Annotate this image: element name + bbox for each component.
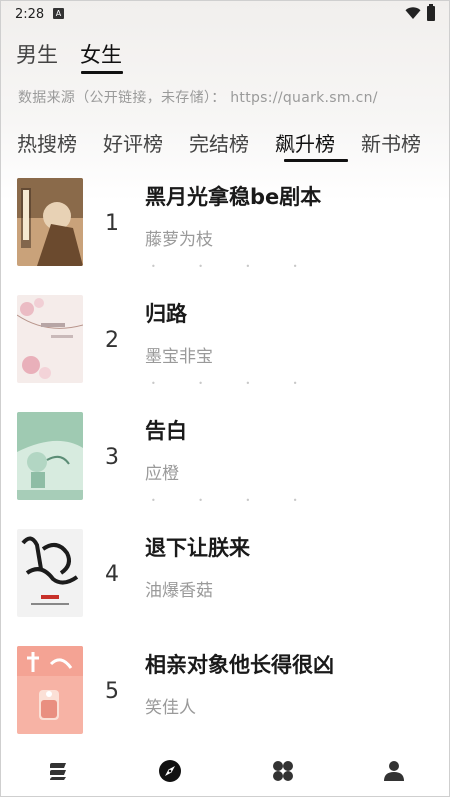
book-item[interactable]: 4 退下让朕来 油爆香菇 <box>1 526 449 643</box>
rank-number: 3 <box>105 445 119 470</box>
book-cover[interactable] <box>17 412 83 500</box>
gender-tab-indicator <box>81 71 123 74</box>
rank-tab-indicator <box>284 159 348 162</box>
tab-new-books[interactable]: 新书榜 <box>361 128 421 157</box>
tab-rising[interactable]: 飙升榜 <box>275 128 335 157</box>
book-title: 相亲对象他长得很凶 <box>145 653 334 677</box>
tab-top-rated[interactable]: 好评榜 <box>103 128 163 157</box>
placeholder-dots: • • • • <box>151 496 318 505</box>
app-window: 2:28 A 男生 女生 数据来源（公开链接，未存储）： https://quar… <box>0 0 450 797</box>
placeholder-dots: • • • • <box>151 262 318 271</box>
book-title: 告白 <box>145 419 187 443</box>
book-title: 黑月光拿稳be剧本 <box>145 185 322 209</box>
wifi-icon <box>405 7 421 19</box>
book-cover[interactable] <box>17 646 83 734</box>
book-cover[interactable] <box>17 529 83 617</box>
placeholder-dots: • • • • <box>151 379 318 388</box>
battery-icon <box>427 4 435 21</box>
status-time: 2:28 <box>15 7 45 22</box>
book-author: 油爆香菇 <box>145 581 213 601</box>
book-item[interactable]: 2 归路 墨宝非宝 • • • • <box>1 292 449 409</box>
book-author: 墨宝非宝 <box>145 347 213 367</box>
rank-tabs: 热搜榜 好评榜 完结榜 飙升榜 新书榜 <box>17 128 447 157</box>
category-icon[interactable] <box>271 759 295 783</box>
rank-number: 1 <box>105 211 119 236</box>
tab-completed[interactable]: 完结榜 <box>189 128 249 157</box>
rank-number: 2 <box>105 328 119 353</box>
book-author: 笑佳人 <box>145 698 196 718</box>
book-item[interactable]: 1 黑月光拿稳be剧本 藤萝为枝 • • • • <box>1 175 449 292</box>
book-author: 应橙 <box>145 464 179 484</box>
tab-hot-search[interactable]: 热搜榜 <box>17 128 77 157</box>
book-item[interactable]: 5 相亲对象他长得很凶 笑佳人 <box>1 643 449 760</box>
rank-number: 4 <box>105 562 119 587</box>
rank-number: 5 <box>105 679 119 704</box>
profile-icon[interactable] <box>382 759 406 783</box>
compass-icon[interactable] <box>158 759 182 783</box>
book-item[interactable]: 3 告白 应橙 • • • • <box>1 409 449 526</box>
bookshelf-icon[interactable] <box>46 759 70 783</box>
notification-icon: A <box>53 8 64 19</box>
book-title: 退下让朕来 <box>145 536 250 560</box>
gender-tabs: 男生 女生 <box>16 39 144 69</box>
book-cover[interactable] <box>17 178 83 266</box>
book-author: 藤萝为枝 <box>145 230 213 250</box>
book-title: 归路 <box>145 302 187 326</box>
tab-male[interactable]: 男生 <box>16 39 58 69</box>
tab-female[interactable]: 女生 <box>80 39 122 69</box>
bottom-nav <box>1 745 449 796</box>
book-cover[interactable] <box>17 295 83 383</box>
status-bar: 2:28 A <box>1 1 449 27</box>
data-source-note: 数据来源（公开链接，未存储）： https://quark.sm.cn/ <box>18 90 378 106</box>
